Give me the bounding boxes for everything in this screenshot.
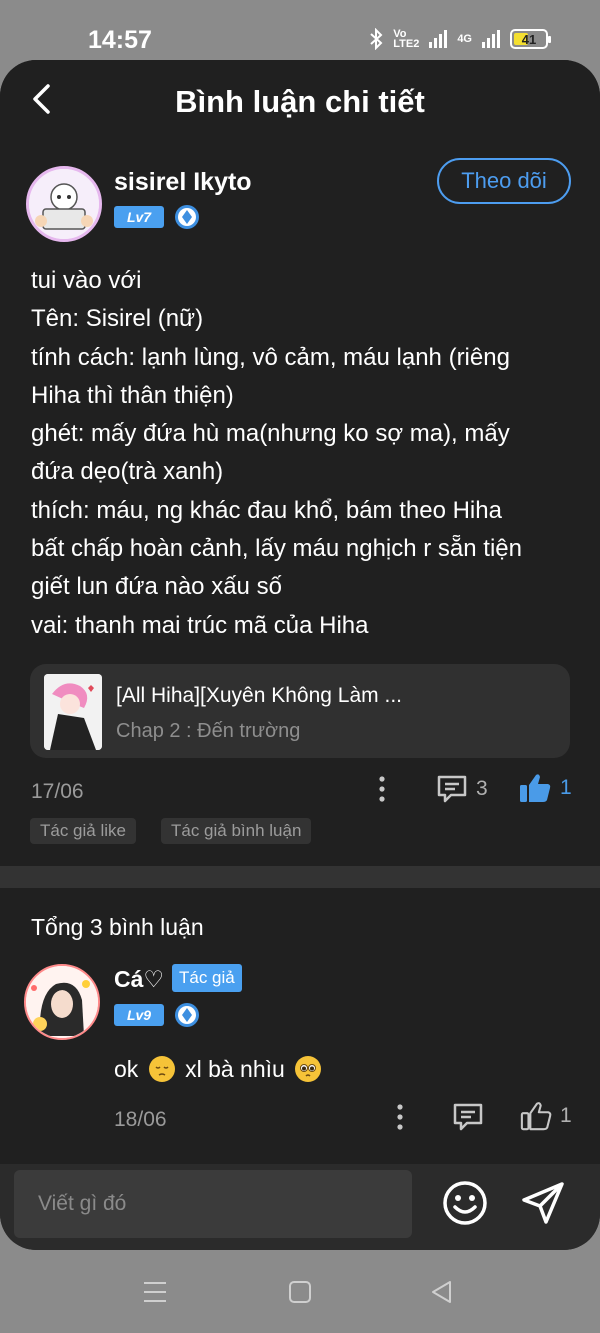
back-triangle-icon[interactable] (428, 1278, 456, 1306)
story-title: [All Hiha][Xuyên Không Làm ... (116, 684, 402, 707)
story-cover-image (44, 674, 102, 750)
comment-input[interactable] (14, 1170, 412, 1238)
post-username[interactable]: sisirel Ikyto (114, 168, 252, 197)
user-avatar[interactable] (26, 166, 102, 242)
story-link-card[interactable]: [All Hiha][Xuyên Không Làm ... Chap 2 : … (30, 664, 570, 758)
post-line: đứa dẹo(trà xanh) (31, 458, 224, 486)
post-line: ghét: mấy đứa hù ma(nhưng ko sợ ma), mấy (31, 420, 510, 448)
thumbs-up-icon (520, 774, 551, 802)
post-body: tui vào với Tên: Sisirel (nữ) tính cách:… (31, 262, 576, 645)
like-button[interactable]: 1 (518, 772, 572, 804)
comment-like-count: 1 (560, 1104, 572, 1127)
reply-icon (453, 1103, 483, 1131)
post-line: tính cách: lạnh lùng, vô cảm, máu lạnh (… (31, 343, 510, 371)
commenter-avatar-image (26, 966, 98, 1038)
comment-text: ok xl bà nhìu (114, 1056, 325, 1083)
post-line: thích: máu, ng khác đau khổ, bám theo Hi… (31, 496, 502, 524)
net-gen: 4G (457, 33, 472, 45)
comment-reply-button[interactable] (452, 1102, 484, 1132)
comments-total: Tổng 3 bình luận (31, 914, 204, 940)
author-badge: Tác giả (172, 964, 242, 992)
post-line: Tên: Sisirel (nữ) (31, 305, 204, 333)
comment-more-icon[interactable] (392, 1102, 408, 1132)
post-line: Hiha thì thân thiện) (31, 381, 234, 409)
tag-author-liked: Tác giả like (30, 818, 136, 844)
home-icon[interactable] (286, 1278, 314, 1306)
status-time: 14:57 (88, 26, 152, 54)
rank-diamond-icon (175, 205, 199, 229)
commenter-name[interactable]: Cá♡ (114, 966, 164, 993)
thumbs-up-outline-icon (520, 1102, 552, 1131)
send-icon[interactable] (518, 1178, 568, 1228)
story-chapter: Chap 2 : Đến trường (116, 720, 301, 742)
tag-author-commented: Tác giả bình luận (161, 818, 312, 844)
avatar-image (29, 169, 99, 239)
menu-icon[interactable] (141, 1278, 169, 1306)
pensive-face-icon (148, 1056, 175, 1082)
emoji-icon[interactable] (440, 1178, 490, 1228)
post-card: sisirel Ikyto Lv7 Theo dõi tui vào với T… (0, 142, 600, 866)
page-title: Bình luận chi tiết (175, 84, 425, 119)
comment-button[interactable]: 3 (436, 774, 488, 804)
section-divider (0, 866, 600, 888)
post-line: vai: thanh mai trúc mã của Hiha (31, 611, 369, 639)
like-count: 1 (560, 776, 572, 799)
bluetooth-icon (370, 28, 383, 50)
pleading-face-icon (295, 1056, 322, 1082)
post-line: bất chấp hoàn cảnh, lấy máu nghịch r sẵn… (31, 535, 522, 563)
commenter-avatar[interactable] (24, 964, 100, 1040)
comment-input-bar (0, 1164, 600, 1250)
post-line: giết lun đứa nào xấu số (31, 573, 282, 601)
volte-indicator: Vo LTE2 (393, 28, 420, 50)
comment-date: 18/06 (114, 1108, 167, 1131)
comments-section: Tổng 3 bình luận Cá♡ Tác giả Lv9 ok xl b… (0, 888, 600, 1164)
system-nav-bar (0, 1250, 600, 1333)
app-screen: Bình luận chi tiết sisirel Ikyto Lv7 The… (0, 60, 600, 1250)
app-header: Bình luận chi tiết (0, 60, 600, 142)
signal-icon-2 (482, 30, 500, 48)
post-date: 17/06 (31, 780, 84, 803)
more-options-icon[interactable] (374, 774, 390, 804)
status-icons: Vo LTE2 4G 41 (369, 28, 551, 50)
comment-like-button[interactable]: 1 (520, 1100, 572, 1132)
commenter-level-badge: Lv9 (114, 1004, 164, 1026)
post-line: tui vào với (31, 267, 142, 294)
follow-button[interactable]: Theo dõi (437, 158, 571, 204)
signal-icon (429, 30, 448, 48)
comment-icon (437, 775, 467, 803)
level-badge: Lv7 (114, 206, 164, 228)
commenter-rank-icon (175, 1003, 199, 1027)
battery-icon: 41 (510, 29, 551, 49)
comment-count: 3 (476, 777, 488, 800)
